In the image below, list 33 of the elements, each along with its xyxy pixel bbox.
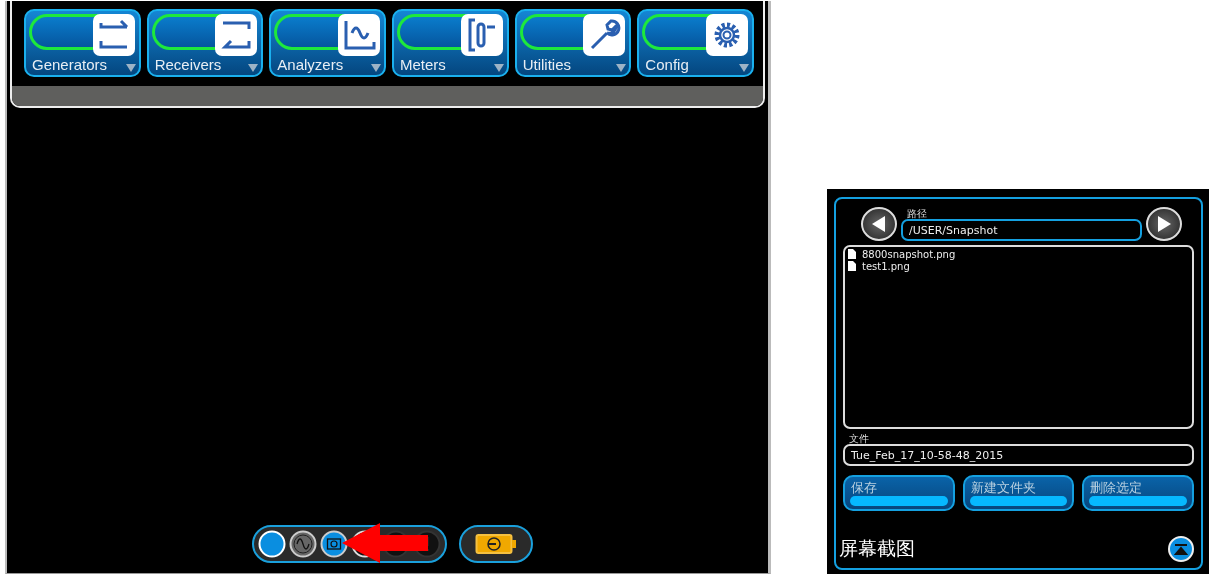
menu-button[interactable]: Utilities <box>514 9 632 77</box>
graph-icon <box>342 19 376 51</box>
sine-wave-icon[interactable] <box>289 530 317 558</box>
caret-icon <box>739 64 750 72</box>
action-button[interactable]: 新建文件夹 <box>962 475 1075 511</box>
path-field[interactable]: /USER/Snapshot <box>901 219 1142 241</box>
file-label: 文件 <box>849 433 869 444</box>
status-dot-icon[interactable] <box>258 530 286 558</box>
right-triangle-icon <box>1156 215 1172 233</box>
caret-icon <box>371 64 381 72</box>
scroll-to-top-icon <box>1174 543 1188 555</box>
caret-icon <box>248 64 259 72</box>
panel-title: 屏幕截图 <box>839 536 915 561</box>
menu-button[interactable]: Receivers <box>146 9 264 77</box>
file-name-field[interactable]: Tue_Feb_17_10-58-48_2015 <box>843 444 1194 466</box>
caret-icon <box>493 64 504 72</box>
menu-button[interactable]: Generators <box>24 9 141 77</box>
file-name[interactable]: test1.png <box>862 260 910 272</box>
back-button[interactable] <box>861 207 897 241</box>
caret-icon <box>125 64 136 72</box>
caret-icon <box>616 64 627 72</box>
forward-button[interactable] <box>1146 207 1182 241</box>
file-name[interactable]: 8800snapshot.png <box>862 248 956 260</box>
menu-button[interactable]: Analyzers <box>269 9 386 77</box>
action-button[interactable]: 保存 <box>843 475 955 511</box>
collapse-button[interactable] <box>1168 536 1194 562</box>
battery-charging-icon[interactable] <box>475 533 517 555</box>
menu-button[interactable]: Config <box>637 9 755 77</box>
left-triangle-icon <box>871 215 887 233</box>
action-button[interactable]: 删除选定 <box>1082 475 1194 511</box>
path-label: 路径 <box>907 208 927 219</box>
camera-icon[interactable] <box>320 530 348 558</box>
menu-button[interactable]: Meters <box>392 9 509 77</box>
